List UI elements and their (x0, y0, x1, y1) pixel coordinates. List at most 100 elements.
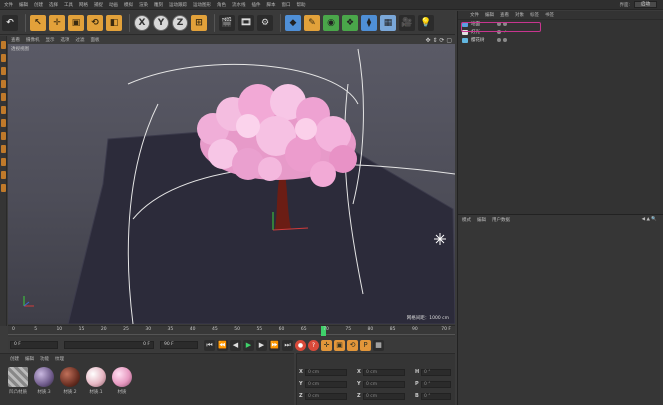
timeline-ruler[interactable]: 0 5 10 15 20 25 30 35 40 45 50 55 60 65 … (8, 325, 455, 337)
rotation-b-field[interactable]: 0 ° (421, 392, 451, 400)
om-menu-view[interactable]: 查看 (500, 12, 509, 18)
size-x-field[interactable]: 0 cm (363, 368, 405, 376)
viewport-menu-panel[interactable]: 面板 (91, 37, 100, 43)
move-tool-icon[interactable]: ✛ (49, 14, 65, 31)
material-menu-create[interactable]: 创建 (10, 356, 19, 362)
menu-item-render[interactable]: 渲染 (139, 2, 148, 8)
om-menu-tags[interactable]: 标签 (530, 12, 539, 18)
am-menu-user-data[interactable]: 用户数据 (492, 217, 510, 223)
go-to-start-icon[interactable]: ⏮ (204, 339, 215, 351)
viewport-menu-cameras[interactable]: 摄像机 (26, 37, 40, 43)
material-menu-function[interactable]: 功能 (40, 356, 49, 362)
next-frame-icon[interactable]: ▶ (256, 339, 267, 351)
cube-icon[interactable]: ◆ (285, 14, 301, 31)
position-x-field[interactable]: 0 cm (305, 368, 347, 376)
workplane-icon[interactable] (1, 80, 6, 88)
menu-item-plugins[interactable]: 插件 (252, 2, 261, 8)
edges-mode-icon[interactable] (1, 106, 6, 114)
menu-item-file[interactable]: 文件 (4, 2, 13, 8)
menu-item-tools[interactable]: 工具 (64, 2, 73, 8)
make-editable-icon[interactable] (1, 41, 6, 49)
viewport-menu-options[interactable]: 选项 (61, 37, 70, 43)
z-axis-lock-button[interactable]: Z (172, 14, 188, 31)
go-to-end-icon[interactable]: ⏭ (282, 339, 293, 351)
render-dot[interactable] (503, 38, 507, 42)
material-swatch[interactable]: 材质.3 (32, 367, 56, 395)
menu-item-select[interactable]: 选择 (49, 2, 58, 8)
recent-tool-icon[interactable]: ◧ (106, 14, 122, 31)
render-picture-viewer-icon[interactable]: 🎞 (238, 14, 254, 31)
menu-item-simulate[interactable]: 模拟 (124, 2, 133, 8)
viewport-menu-filter[interactable]: 过滤 (76, 37, 85, 43)
menu-item-script[interactable]: 脚本 (267, 2, 276, 8)
autokey-icon[interactable]: ? (308, 339, 319, 351)
record-rotation-icon[interactable]: ⟲ (347, 339, 358, 351)
points-mode-icon[interactable] (1, 93, 6, 101)
rotation-p-field[interactable]: 0 ° (421, 380, 451, 388)
polygons-mode-icon[interactable] (1, 119, 6, 127)
coordinate-system-icon[interactable]: ⊞ (191, 14, 207, 31)
om-menu-objects[interactable]: 对象 (515, 12, 524, 18)
material-menu-edit[interactable]: 编辑 (25, 356, 34, 362)
layout-dropdown[interactable]: 启动 (634, 1, 657, 8)
tweak-mode-icon[interactable] (1, 145, 6, 153)
lock-workplane-icon[interactable] (1, 171, 6, 179)
material-swatch[interactable]: 材质 (110, 367, 134, 395)
solo-icon[interactable] (1, 184, 6, 192)
texture-mode-icon[interactable] (1, 67, 6, 75)
om-menu-edit[interactable]: 编辑 (485, 12, 494, 18)
record-parameter-icon[interactable]: P (360, 339, 371, 351)
record-keys-icon[interactable]: ● (295, 339, 306, 351)
axis-mode-icon[interactable] (1, 132, 6, 140)
subdivision-surface-icon[interactable]: ◉ (323, 14, 339, 31)
menu-item-window[interactable]: 窗口 (282, 2, 291, 8)
start-frame-field[interactable]: 0 F (10, 341, 58, 349)
light-bulb-icon[interactable]: 💡 (418, 14, 434, 31)
rotation-h-field[interactable]: 0 ° (421, 368, 451, 376)
om-menu-file[interactable]: 文件 (470, 12, 479, 18)
preview-min-field[interactable]: 0 F (64, 341, 154, 349)
menu-item-pipeline[interactable]: 流水线 (232, 2, 246, 8)
menu-item-sculpt[interactable]: 雕刻 (154, 2, 163, 8)
floor-grid-icon[interactable]: ▦ (380, 14, 396, 31)
undo-button[interactable]: ↶ (2, 14, 18, 31)
menu-item-motion-tracking[interactable]: 运动跟踪 (169, 2, 187, 8)
end-frame-field[interactable]: 90 F (160, 341, 198, 349)
camera-icon[interactable]: 🎥 (399, 14, 415, 31)
menu-item-help[interactable]: 帮助 (297, 2, 306, 8)
render-view-icon[interactable]: 🎬 (219, 14, 235, 31)
om-menu-bookmarks[interactable]: 书签 (545, 12, 554, 18)
visibility-dot[interactable] (497, 38, 501, 42)
scale-tool-icon[interactable]: ▣ (68, 14, 84, 31)
rotate-tool-icon[interactable]: ⟲ (87, 14, 103, 31)
position-y-field[interactable]: 0 cm (305, 380, 347, 388)
size-y-field[interactable]: 0 cm (363, 380, 405, 388)
menu-item-animate[interactable]: 动画 (109, 2, 118, 8)
3d-viewport[interactable]: 透视视图 网格间距：1000 cm (8, 44, 455, 324)
cloner-icon[interactable]: ❖ (342, 14, 358, 31)
previous-key-icon[interactable]: ⏪ (217, 339, 228, 351)
live-selection-icon[interactable]: ↖ (30, 14, 46, 31)
model-mode-icon[interactable] (1, 54, 6, 62)
am-menu-mode[interactable]: 模式 (462, 217, 471, 223)
material-swatch[interactable]: 材质.1 (84, 367, 108, 395)
menu-item-mesh[interactable]: 网格 (79, 2, 88, 8)
pen-spline-icon[interactable]: ✎ (304, 14, 320, 31)
material-menu-texture[interactable]: 纹理 (55, 356, 64, 362)
menu-item-character[interactable]: 角色 (217, 2, 226, 8)
timeline-settings-icon[interactable]: ▦ (373, 339, 384, 351)
size-z-field[interactable]: 0 cm (363, 392, 405, 400)
snap-icon[interactable] (1, 158, 6, 166)
deformer-icon[interactable]: ⧫ (361, 14, 377, 31)
viewport-navigation-icons[interactable]: ✥ ⇕ ⟳ ▢ (426, 37, 452, 44)
attribute-nav-icons[interactable]: ◀ ▲ 🔍 (642, 217, 657, 222)
y-axis-lock-button[interactable]: Y (153, 14, 169, 31)
viewport-menu-view[interactable]: 查看 (11, 37, 20, 43)
previous-frame-icon[interactable]: ◀ (230, 339, 241, 351)
material-swatch[interactable]: 凹凸材质 (6, 367, 30, 395)
render-settings-icon[interactable]: ⚙ (257, 14, 273, 31)
menu-item-snap[interactable]: 捕捉 (94, 2, 103, 8)
menu-item-create[interactable]: 创建 (34, 2, 43, 8)
menu-item-mograph[interactable]: 运动图形 (193, 2, 211, 8)
material-swatch[interactable]: 材质.2 (58, 367, 82, 395)
